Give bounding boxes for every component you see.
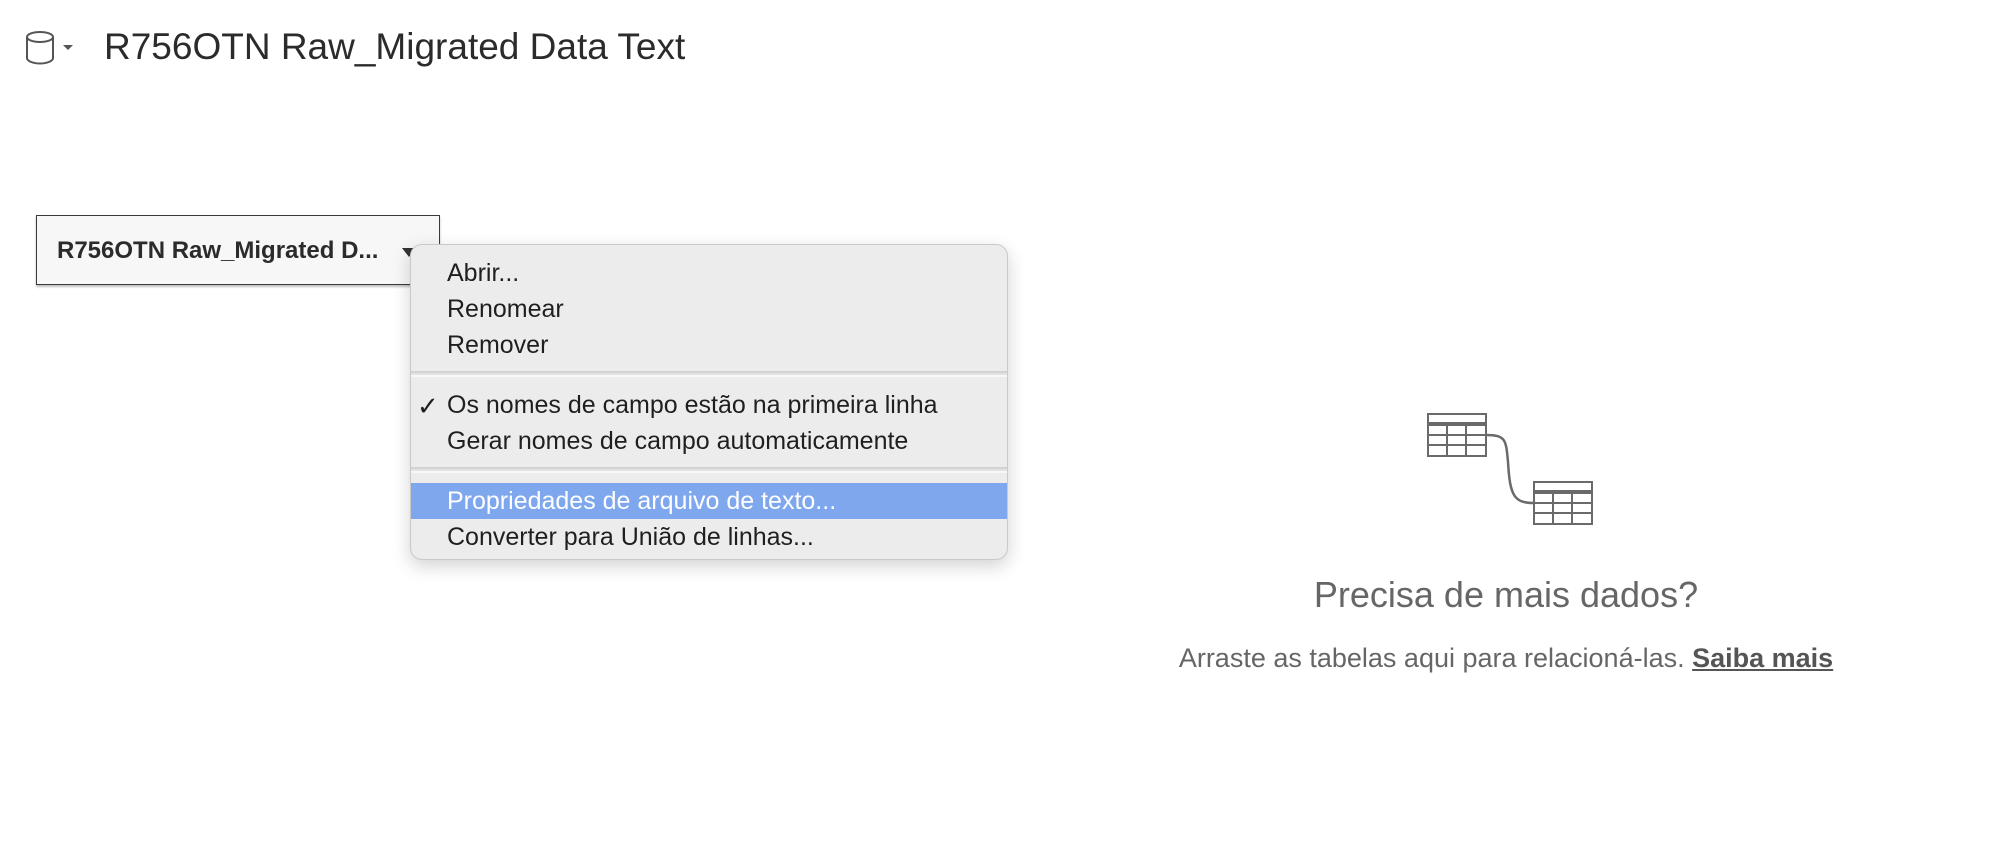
menu-separator — [411, 371, 1007, 377]
menu-item-label: Os nomes de campo estão na primeira linh… — [447, 391, 938, 419]
table-pill[interactable]: R756OTN Raw_Migrated D... — [36, 215, 440, 285]
datasource-picker[interactable] — [24, 28, 80, 68]
learn-more-link[interactable]: Saiba mais — [1692, 643, 1833, 673]
menu-item-convert-to-union[interactable]: Converter para União de linhas... — [411, 519, 1007, 555]
header: R756OTN Raw_Migrated Data Text — [0, 0, 2006, 96]
page-title: R756OTN Raw_Migrated Data Text — [104, 26, 686, 67]
menu-item-generate-field-names[interactable]: Gerar nomes de campo automaticamente — [411, 423, 1007, 459]
menu-item-remove[interactable]: Remover — [411, 327, 1007, 363]
checkmark-icon: ✓ — [417, 391, 439, 421]
data-source-page: R756OTN Raw_Migrated Data Text R756OTN R… — [0, 0, 2006, 852]
empty-state-hint-text: Arraste as tabelas aqui para relacioná-l… — [1178, 643, 1685, 673]
menu-item-field-names-first-row[interactable]: ✓ Os nomes de campo estão na primeira li… — [411, 387, 1007, 423]
database-icon — [24, 30, 56, 66]
menu-item-rename[interactable]: Renomear — [411, 291, 1007, 327]
caret-down-icon[interactable] — [62, 44, 74, 52]
table-pill-label: R756OTN Raw_Migrated D... — [57, 237, 379, 264]
menu-separator — [411, 467, 1007, 473]
empty-state-title: Precisa de mais dados? — [1313, 574, 1699, 615]
related-tables-icon — [1426, 412, 1594, 528]
menu-item-open[interactable]: Abrir... — [411, 255, 1007, 291]
table-context-menu: Abrir... Renomear Remover ✓ Os nomes de … — [410, 244, 1008, 560]
menu-item-text-file-properties[interactable]: Propriedades de arquivo de texto... — [411, 483, 1007, 519]
empty-state-hint: Arraste as tabelas aqui para relacioná-l… — [1106, 640, 1906, 676]
